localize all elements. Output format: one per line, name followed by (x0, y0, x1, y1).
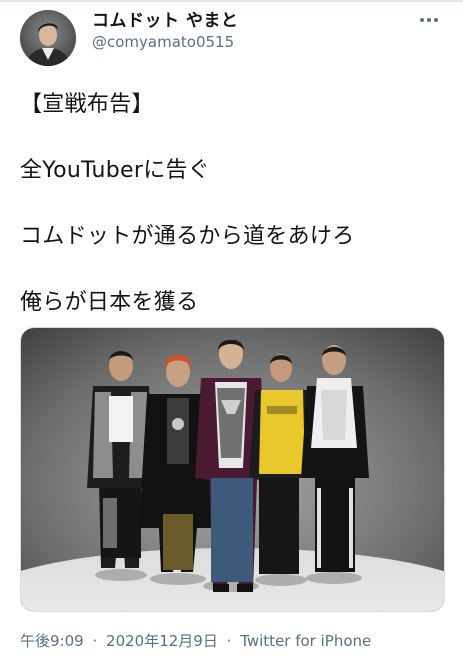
more-horizontal-icon-dot (427, 18, 431, 22)
display-name[interactable]: コムドット やまと (92, 6, 238, 31)
tweet-text-line: 俺らが日本を獲る (20, 290, 199, 315)
tweet-detail-page: コムドット やまと @comyamato0515 【宣戦布告】 全YouTube… (0, 0, 463, 662)
tweet-metadata: 午後9:09 · 2020年12月9日 · Twitter for iPhone (20, 630, 371, 651)
avatar[interactable] (20, 10, 76, 66)
more-options-button[interactable] (415, 10, 443, 30)
tweet-date[interactable]: 2020年12月9日 (106, 632, 218, 650)
tweet-photo[interactable] (20, 327, 445, 612)
avatar-image (20, 10, 76, 66)
meta-separator: · (92, 632, 98, 650)
meta-separator: · (226, 632, 232, 650)
top-divider (0, 0, 463, 2)
user-handle[interactable]: @comyamato0515 (92, 33, 234, 51)
more-horizontal-icon-dot (434, 18, 438, 22)
tweet-source-link[interactable]: Twitter for iPhone (240, 632, 371, 650)
group-photo-image (21, 328, 444, 611)
tweet-text-line: 全YouTuberに告ぐ (20, 158, 211, 183)
more-horizontal-icon (420, 18, 424, 22)
tweet-text-line: 【宣戦布告】 (20, 92, 154, 117)
tweet-header: コムドット やまと @comyamato0515 (20, 4, 449, 66)
tweet-text-line: コムドットが通るから道をあけろ (20, 224, 355, 249)
tweet-time[interactable]: 午後9:09 (20, 632, 84, 650)
